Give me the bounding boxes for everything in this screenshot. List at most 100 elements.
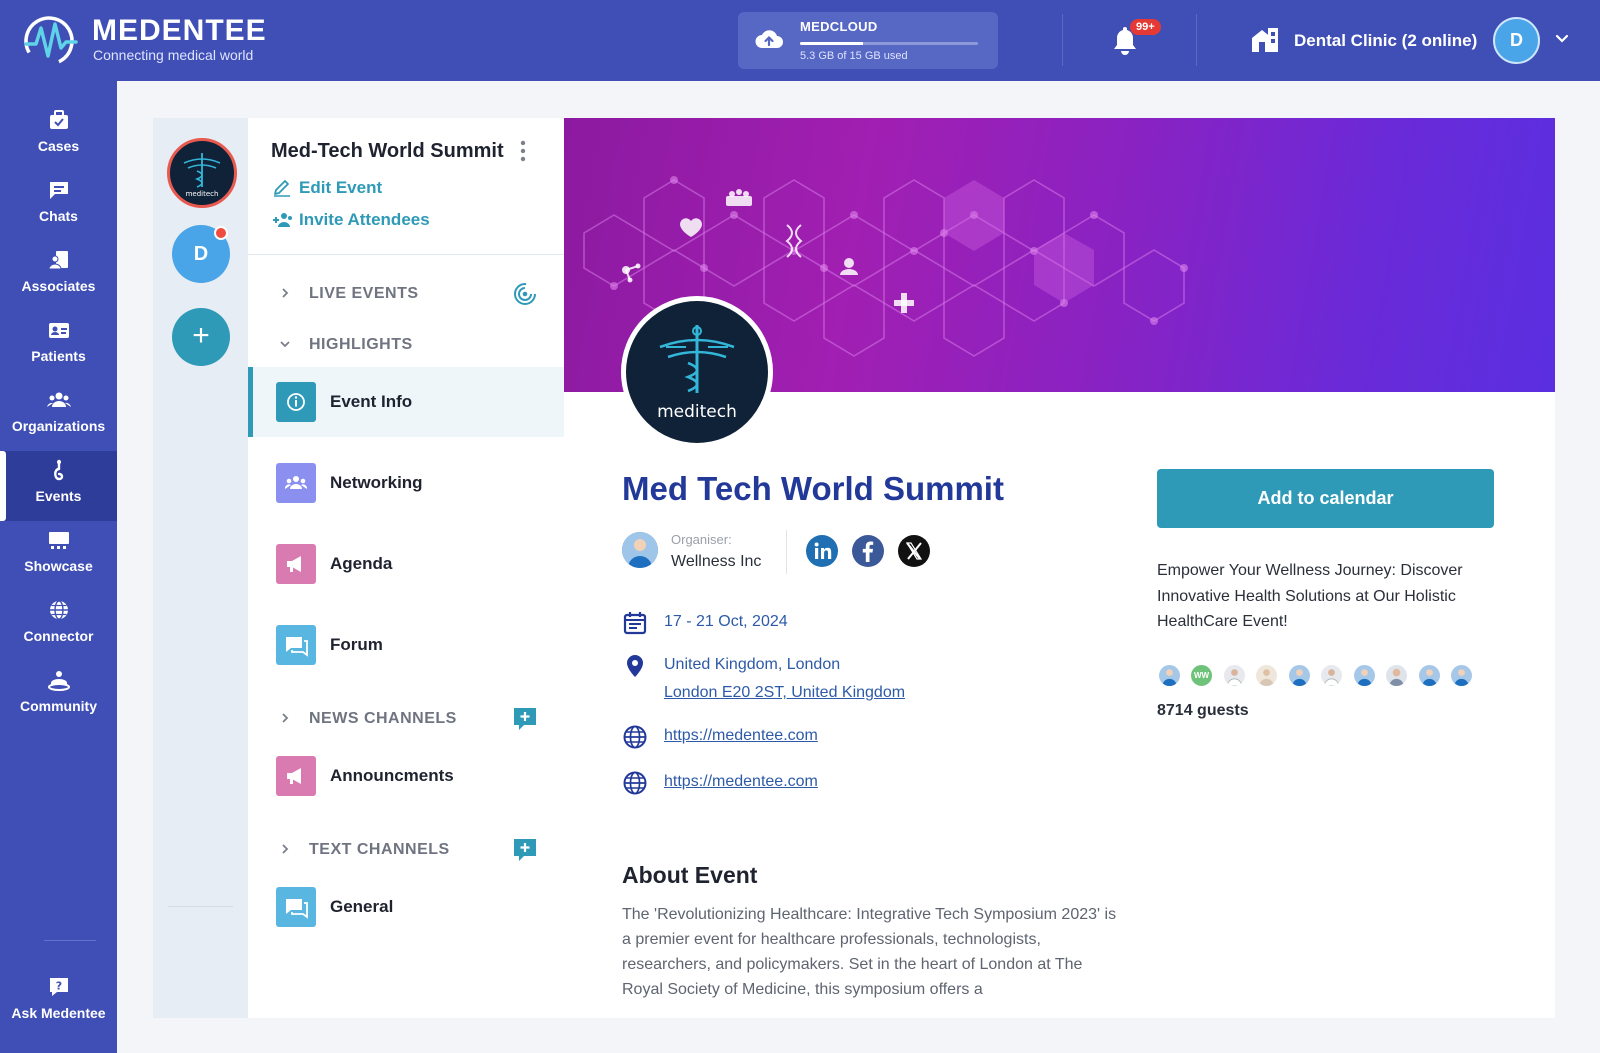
chevron-right-icon bbox=[282, 288, 289, 298]
nav-label: Organizations bbox=[11, 418, 106, 434]
nav-label: Connector bbox=[23, 628, 94, 644]
event-logo-text: meditech bbox=[657, 402, 737, 422]
event-location-line1: United Kingdom, London bbox=[664, 656, 841, 673]
live-broadcast-icon[interactable] bbox=[512, 281, 538, 307]
clinic-name[interactable]: Dental Clinic (2 online) bbox=[1294, 31, 1477, 51]
left-navigation: Cases Chats Associates Patients Organiza… bbox=[0, 81, 117, 1053]
organiser-name[interactable]: Wellness Inc bbox=[671, 553, 761, 571]
id-card-icon bbox=[49, 323, 69, 338]
cloud-upload-icon bbox=[755, 30, 783, 48]
community-icon bbox=[48, 671, 70, 691]
nav-divider bbox=[44, 940, 96, 941]
section-highlights[interactable]: HIGHLIGHTS bbox=[248, 327, 564, 363]
megaphone-icon bbox=[276, 544, 316, 584]
guest-avatar bbox=[1352, 663, 1377, 688]
forum-icon bbox=[276, 887, 316, 927]
event-panel-title: Med-Tech World Summit bbox=[271, 140, 504, 162]
channel-agenda[interactable]: Agenda bbox=[248, 529, 564, 599]
guest-avatar bbox=[1254, 663, 1279, 688]
channel-label: Agenda bbox=[330, 554, 393, 573]
chevron-down-icon[interactable] bbox=[1554, 31, 1570, 47]
guest-avatars[interactable]: WW bbox=[1157, 663, 1497, 689]
facebook-icon[interactable] bbox=[851, 534, 885, 568]
nav-item-organizations[interactable]: Organizations bbox=[0, 381, 117, 451]
channel-label: Announcments bbox=[330, 766, 454, 785]
forum-icon bbox=[276, 625, 316, 665]
event-details: meditech Med Tech World Summit Organiser… bbox=[564, 118, 1555, 1018]
nav-label: Events bbox=[35, 488, 82, 504]
x-twitter-icon[interactable] bbox=[897, 534, 931, 568]
nav-label: Community bbox=[20, 698, 97, 714]
guest-avatar bbox=[1449, 663, 1474, 688]
nav-item-connector[interactable]: Connector bbox=[0, 591, 117, 661]
guest-avatar bbox=[1384, 663, 1409, 688]
server-logo-text: meditech bbox=[186, 190, 219, 198]
nav-item-ask-medentee[interactable]: ? Ask Medentee bbox=[0, 968, 117, 1038]
linkedin-icon[interactable] bbox=[805, 534, 839, 568]
add-channel-icon[interactable] bbox=[512, 706, 538, 732]
server-meditech[interactable]: meditech bbox=[167, 138, 237, 208]
channel-general[interactable]: General bbox=[248, 872, 564, 942]
section-text-channels[interactable]: TEXT CHANNELS bbox=[248, 832, 564, 868]
channel-networking[interactable]: Networking bbox=[248, 448, 564, 518]
section-live-events[interactable]: LIVE EVENTS bbox=[248, 276, 564, 312]
events-icon bbox=[54, 459, 64, 481]
location-pin-icon bbox=[627, 655, 643, 677]
brand-name: MEDENTEE bbox=[92, 14, 267, 47]
channel-event-info[interactable]: Event Info bbox=[248, 367, 564, 437]
add-channel-icon[interactable] bbox=[512, 837, 538, 863]
user-avatar[interactable]: D bbox=[1493, 17, 1540, 64]
event-website-link[interactable]: https://medentee.com bbox=[664, 773, 818, 791]
add-people-icon bbox=[273, 213, 292, 227]
svg-text:?: ? bbox=[56, 980, 62, 993]
guest-avatar bbox=[1157, 663, 1182, 688]
event-promo-text: Empower Your Wellness Journey: Discover … bbox=[1157, 562, 1463, 630]
nav-item-showcase[interactable]: Showcase bbox=[0, 521, 117, 591]
nav-label: Associates bbox=[21, 278, 96, 294]
more-options-icon[interactable] bbox=[520, 140, 526, 162]
add-server-button[interactable]: + bbox=[172, 308, 230, 366]
organiser-avatar[interactable] bbox=[622, 532, 658, 568]
notification-badge: 99+ bbox=[1130, 19, 1161, 35]
nav-label: Chats bbox=[39, 208, 78, 224]
section-news-channels[interactable]: NEWS CHANNELS bbox=[248, 701, 564, 737]
associates-icon bbox=[48, 251, 68, 270]
brand-tagline: Connecting medical world bbox=[93, 47, 254, 63]
nav-label: Cases bbox=[37, 138, 80, 154]
channel-label: General bbox=[330, 897, 394, 916]
showcase-icon bbox=[49, 532, 69, 549]
panel-divider bbox=[248, 254, 564, 255]
guest-avatar-initials: WW bbox=[1189, 663, 1214, 688]
briefcase-icon bbox=[50, 110, 68, 129]
event-website-link[interactable]: https://medentee.com bbox=[664, 727, 818, 745]
invite-attendees-label: Invite Attendees bbox=[299, 210, 430, 229]
section-label: TEXT CHANNELS bbox=[309, 841, 450, 858]
people-group-icon bbox=[47, 392, 71, 407]
nav-item-events[interactable]: Events bbox=[0, 451, 117, 521]
nav-item-associates[interactable]: Associates bbox=[0, 241, 117, 311]
guest-count: 8714 guests bbox=[1157, 702, 1249, 719]
storage-used-text: 5.3 GB of 15 GB used bbox=[800, 50, 908, 62]
brand-logo[interactable]: MEDENTEE Connecting medical world bbox=[22, 12, 272, 68]
guest-avatar bbox=[1287, 663, 1312, 688]
channel-announcements[interactable]: Announcments bbox=[248, 741, 564, 811]
organiser-divider bbox=[786, 530, 787, 574]
event-address-link[interactable]: London E20 2ST, United Kingdom bbox=[664, 684, 905, 702]
chevron-right-icon bbox=[282, 713, 289, 723]
nav-item-cases[interactable]: Cases bbox=[0, 101, 117, 171]
unread-dot bbox=[214, 226, 228, 240]
nav-item-chats[interactable]: Chats bbox=[0, 171, 117, 241]
networking-icon bbox=[276, 463, 316, 503]
globe-icon bbox=[623, 725, 647, 749]
nav-item-patients[interactable]: Patients bbox=[0, 311, 117, 381]
pencil-icon bbox=[274, 180, 290, 197]
channel-forum[interactable]: Forum bbox=[248, 610, 564, 680]
cloud-storage-widget[interactable]: MEDCLOUD 5.3 GB of 15 GB used bbox=[738, 12, 998, 69]
guest-avatar bbox=[1319, 663, 1344, 688]
organiser-caption: Organiser: bbox=[671, 532, 732, 547]
clinic-building-icon bbox=[1252, 28, 1278, 52]
nav-item-community[interactable]: Community bbox=[0, 661, 117, 731]
globe-icon bbox=[50, 600, 68, 620]
event-channel-panel: Med-Tech World Summit Edit Event Invite … bbox=[248, 118, 564, 1018]
add-to-calendar-button[interactable]: Add to calendar bbox=[1157, 469, 1494, 528]
